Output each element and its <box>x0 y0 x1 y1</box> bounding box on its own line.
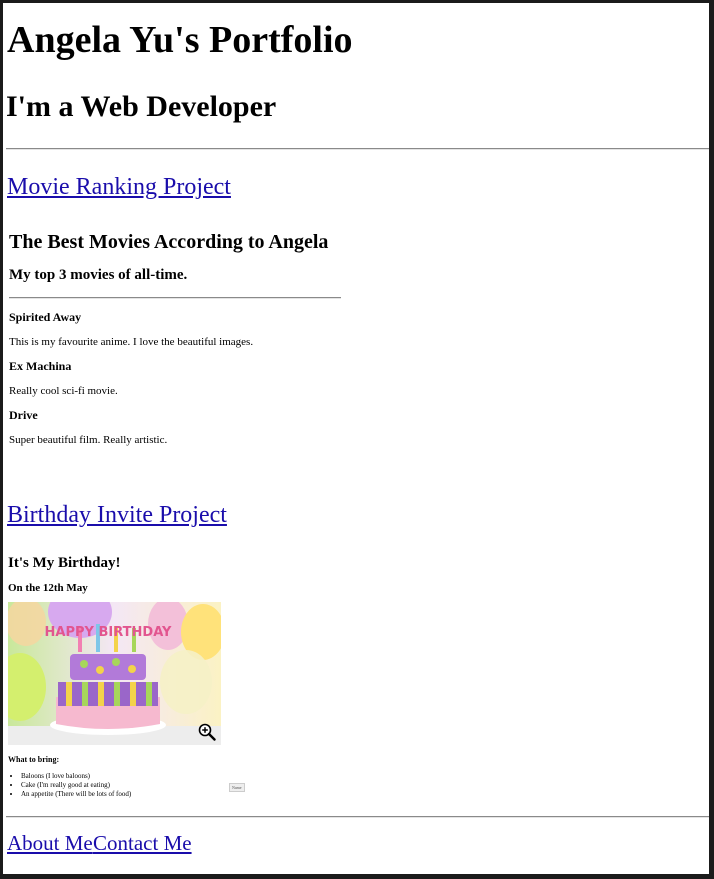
birthday-date: On the 12th May <box>8 582 88 594</box>
movie-description: Super beautiful film. Really artistic. <box>9 434 168 446</box>
bring-item: Cake (I'm really good at eating) <box>21 781 131 790</box>
bring-heading: What to bring: <box>8 755 60 764</box>
movie-subheading: My top 3 movies of all-time. <box>9 267 188 283</box>
contact-me-link[interactable]: Contact Me <box>93 831 192 856</box>
birthday-project-link[interactable]: Birthday Invite Project <box>7 502 227 529</box>
page-subtitle: I'm a Web Developer <box>6 90 277 123</box>
bring-item: An appetite (There will be lots of food) <box>21 790 131 799</box>
bring-item: Baloons (I love baloons) <box>21 772 131 781</box>
header-divider <box>6 148 709 150</box>
movie-divider <box>9 297 341 299</box>
movie-title: Spirited Away <box>9 310 82 324</box>
about-me-link[interactable]: About Me <box>7 831 93 856</box>
bring-list: Baloons (I love baloons) Cake (I'm reall… <box>7 772 131 799</box>
page-title: Angela Yu's Portfolio <box>7 19 353 61</box>
movie-project-link[interactable]: Movie Ranking Project <box>7 174 231 201</box>
birthday-cake-image[interactable]: HAPPY BIRTHDAY <box>8 602 221 745</box>
movie-title: Ex Machina <box>9 359 72 373</box>
birthday-project-frame: It's My Birthday! On the 12th May HAPPY … <box>3 547 245 807</box>
movie-title: Drive <box>9 408 38 422</box>
footer-divider <box>6 816 709 818</box>
zoom-in-icon[interactable] <box>198 723 216 745</box>
movie-description: This is my favourite anime. I love the b… <box>9 336 254 348</box>
movie-project-frame: The Best Movies According to Angela My t… <box>3 221 343 461</box>
tiny-form-label: Name <box>229 783 245 792</box>
movie-description: Really cool sci-fi movie. <box>9 385 118 397</box>
movie-heading: The Best Movies According to Angela <box>9 231 329 253</box>
cake-sign-text: HAPPY BIRTHDAY <box>45 625 172 640</box>
portfolio-page: Angela Yu's Portfolio I'm a Web Develope… <box>3 3 709 874</box>
birthday-heading: It's My Birthday! <box>8 555 121 571</box>
